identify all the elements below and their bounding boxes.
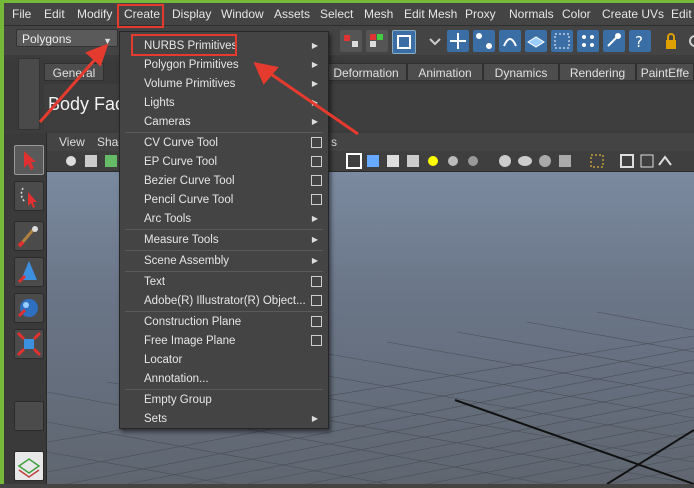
- viewport-menu-tail[interactable]: s: [331, 135, 337, 149]
- tab-dynamics[interactable]: Dynamics: [483, 63, 559, 81]
- tab-rendering[interactable]: Rendering: [559, 63, 636, 81]
- menu-item-annotation[interactable]: Annotation...: [120, 370, 328, 388]
- menu-normals[interactable]: Normals: [509, 6, 554, 22]
- snap-vertex-icon[interactable]: [577, 30, 599, 52]
- option-box-icon[interactable]: [311, 276, 322, 287]
- option-box-icon[interactable]: [311, 194, 322, 205]
- highlight-create-menu: [117, 4, 164, 28]
- menu-item-pencil-curve-tool[interactable]: Pencil Curve Tool: [120, 191, 328, 209]
- menu-separator: [125, 271, 323, 272]
- menu-item-text[interactable]: Text: [120, 273, 328, 291]
- menu-create-uvs[interactable]: Create UVs: [602, 6, 664, 22]
- rotate-tool-icon[interactable]: [14, 293, 44, 323]
- menu-modify[interactable]: Modify: [77, 6, 112, 22]
- select-hierarchy-icon[interactable]: [340, 30, 362, 52]
- option-box-icon[interactable]: [311, 137, 322, 148]
- menu-item-empty-group[interactable]: Empty Group: [120, 391, 328, 409]
- menu-separator: [125, 389, 323, 390]
- menu-item-ep-curve-tool[interactable]: EP Curve Tool: [120, 153, 328, 171]
- render-icon[interactable]: [603, 30, 625, 52]
- menu-window[interactable]: Window: [221, 6, 264, 22]
- menu-item-locator[interactable]: Locator: [120, 351, 328, 369]
- menu-edit-mesh[interactable]: Edit Mesh: [404, 6, 457, 22]
- menu-edit-uvs[interactable]: Edit: [671, 6, 692, 22]
- submenu-arrow-icon: ▶: [311, 235, 318, 244]
- toolbox: [4, 133, 47, 484]
- menu-item-adobe-illustrator-object[interactable]: Adobe(R) Illustrator(R) Object...: [120, 292, 328, 310]
- menu-item-cv-curve-tool[interactable]: CV Curve Tool: [120, 134, 328, 152]
- menu-proxy[interactable]: Proxy: [465, 6, 496, 22]
- submenu-arrow-icon: ▶: [311, 79, 318, 88]
- menu-item-arc-tools[interactable]: Arc Tools ▶: [120, 210, 328, 228]
- menu-item-measure-tools[interactable]: Measure Tools ▶: [120, 231, 328, 249]
- help-icon[interactable]: ?: [629, 30, 651, 52]
- main-menubar: File Edit Modify Create Display Window A…: [4, 3, 694, 26]
- mode-selector-value: Polygons: [22, 32, 72, 46]
- scale-tool-icon[interactable]: [14, 329, 44, 359]
- mask-dropdown-icon[interactable]: [424, 30, 446, 52]
- submenu-arrow-icon: ▶: [311, 60, 318, 69]
- menu-item-polygon-primitives[interactable]: Polygon Primitives ▶: [120, 56, 328, 74]
- submenu-arrow-icon: ▶: [311, 117, 318, 126]
- create-menu-dropdown: NURBS Primitives ▶ Polygon Primitives ▶ Vo…: [119, 31, 329, 429]
- tab-animation[interactable]: Animation: [407, 63, 483, 81]
- svg-text:?: ?: [635, 33, 643, 51]
- select-tool-icon[interactable]: [14, 145, 44, 175]
- menu-item-scene-assembly[interactable]: Scene Assembly ▶: [120, 252, 328, 270]
- lasso-tool-icon[interactable]: [14, 181, 44, 211]
- menu-item-free-image-plane[interactable]: Free Image Plane: [120, 332, 328, 350]
- menu-item-lights[interactable]: Lights ▶: [120, 94, 328, 112]
- option-box-icon[interactable]: [311, 295, 322, 306]
- submenu-arrow-icon: ▶: [311, 98, 318, 107]
- menu-edit[interactable]: Edit: [44, 6, 65, 22]
- submenu-arrow-icon: ▶: [311, 256, 318, 265]
- submenu-arrow-icon: ▶: [311, 414, 318, 423]
- menu-separator: [125, 132, 323, 133]
- menu-color[interactable]: Color: [562, 6, 591, 22]
- option-box-icon[interactable]: [311, 335, 322, 346]
- chevron-down-icon: ▼: [103, 36, 112, 46]
- submenu-arrow-icon: ▶: [311, 41, 318, 50]
- snap-point-icon[interactable]: [499, 30, 521, 52]
- maya-window: File Edit Modify Create Display Window A…: [0, 0, 694, 484]
- tab-painteffects[interactable]: PaintEffe: [636, 63, 694, 81]
- move-tool-icon[interactable]: [14, 257, 44, 287]
- submenu-arrow-icon: ▶: [311, 214, 318, 223]
- tab-deformation[interactable]: Deformation: [325, 63, 407, 81]
- layout-tool-icon[interactable]: [14, 451, 44, 481]
- menu-separator: [125, 311, 323, 312]
- snap-grid-icon[interactable]: [447, 30, 469, 52]
- highlight-nurbs-primitives: [131, 34, 237, 56]
- option-box-icon[interactable]: [311, 175, 322, 186]
- snap-plane-icon[interactable]: [525, 30, 547, 52]
- option-box-icon[interactable]: [311, 316, 322, 327]
- menu-select[interactable]: Select: [320, 6, 353, 22]
- snap-surface-icon[interactable]: [551, 30, 573, 52]
- menu-item-sets[interactable]: Sets ▶: [120, 410, 328, 428]
- menu-item-construction-plane[interactable]: Construction Plane: [120, 313, 328, 331]
- snap-curve-icon[interactable]: [473, 30, 495, 52]
- select-object-icon[interactable]: [366, 30, 388, 52]
- mode-selector[interactable]: Polygons ▼: [16, 29, 118, 47]
- lock-icon[interactable]: [660, 30, 682, 52]
- menu-item-volume-primitives[interactable]: Volume Primitives ▶: [120, 75, 328, 93]
- menu-separator: [125, 229, 323, 230]
- menu-item-bezier-curve-tool[interactable]: Bezier Curve Tool: [120, 172, 328, 190]
- tab-general[interactable]: General: [44, 63, 104, 81]
- shelf-side-panel[interactable]: [18, 58, 40, 130]
- viewport-menu-view[interactable]: View: [59, 135, 85, 149]
- select-component-icon[interactable]: [392, 30, 416, 54]
- menu-assets[interactable]: Assets: [274, 6, 310, 22]
- menu-separator: [125, 250, 323, 251]
- menu-display[interactable]: Display: [172, 6, 211, 22]
- option-box-icon[interactable]: [311, 156, 322, 167]
- menu-mesh[interactable]: Mesh: [364, 6, 393, 22]
- empty-tool-slot[interactable]: [14, 401, 44, 431]
- paint-select-tool-icon[interactable]: [14, 221, 44, 251]
- menu-item-cameras[interactable]: Cameras ▶: [120, 113, 328, 131]
- options-icon[interactable]: [684, 30, 694, 52]
- menu-file[interactable]: File: [12, 6, 31, 22]
